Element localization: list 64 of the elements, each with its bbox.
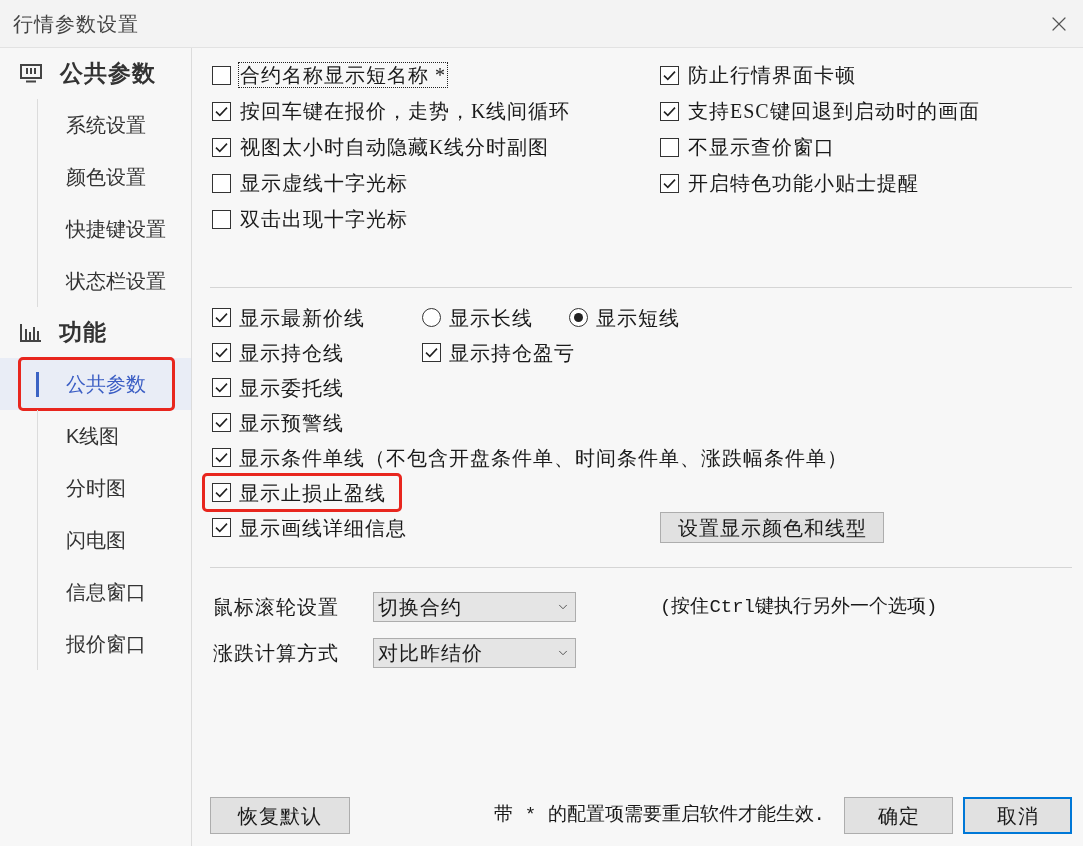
- checkbox[interactable]: [422, 343, 441, 362]
- bar-chart-icon: [20, 323, 41, 342]
- checkbox-label: 显示持仓盈亏: [449, 340, 575, 366]
- radio-label: 显示长线: [449, 305, 533, 331]
- checkbox-label: 显示预警线: [239, 410, 344, 436]
- checkbox-label: 显示委托线: [239, 375, 344, 401]
- dropdown[interactable]: 切换合约: [373, 592, 576, 622]
- checkbox[interactable]: [212, 101, 231, 121]
- dropdown[interactable]: 对比昨结价: [373, 638, 576, 668]
- sidebar-item[interactable]: 报价窗口: [0, 618, 191, 670]
- checkbox-label: 不显示查价窗口: [687, 135, 836, 160]
- dropdown-label: 涨跌计算方式: [212, 641, 340, 666]
- checkbox-label: 显示最新价线: [239, 305, 365, 331]
- checkbox-label: 显示画线详细信息: [239, 515, 407, 541]
- checkbox[interactable]: [212, 448, 231, 467]
- checkbox[interactable]: [660, 65, 679, 85]
- hint-text: (按住Ctrl键执行另外一个选项): [660, 594, 938, 620]
- sidebar-item[interactable]: 分时图: [0, 462, 191, 514]
- checkbox[interactable]: [212, 173, 231, 193]
- sidebar-item[interactable]: K线图: [0, 410, 191, 462]
- checkbox[interactable]: [660, 173, 679, 193]
- sidebar-item[interactable]: 系统设置: [0, 99, 191, 151]
- dialog-button[interactable]: 取消: [963, 797, 1072, 834]
- checkbox-label: 视图太小时自动隐藏K线分时副图: [239, 135, 551, 160]
- checkbox[interactable]: [212, 413, 231, 432]
- reset-button[interactable]: 恢复默认: [210, 797, 350, 834]
- checkbox[interactable]: [212, 137, 231, 157]
- sidebar-item[interactable]: 闪电图: [0, 514, 191, 566]
- radio-button[interactable]: [569, 308, 588, 327]
- radio-label: 显示短线: [596, 305, 680, 331]
- checkbox[interactable]: [212, 209, 231, 229]
- checkbox-label: 开启特色功能小贴士提醒: [687, 171, 920, 196]
- radio-button[interactable]: [422, 308, 441, 327]
- sidebar-item[interactable]: 信息窗口: [0, 566, 191, 618]
- window-title: 行情参数设置: [13, 11, 139, 37]
- dropdown-label: 鼠标滚轮设置: [212, 595, 340, 620]
- sidebar-item[interactable]: 快捷键设置: [0, 203, 191, 255]
- checkbox-label: 合约名称显示短名称 *: [238, 62, 448, 88]
- checkbox-label: 显示条件单线（不包含开盘条件单、时间条件单、涨跌幅条件单）: [239, 445, 848, 471]
- checkbox-label: 支持ESC键回退到启动时的画面: [687, 99, 981, 124]
- checkbox[interactable]: [660, 101, 679, 121]
- line-style-button[interactable]: 设置显示颜色和线型: [660, 512, 884, 543]
- checkbox[interactable]: [212, 65, 231, 85]
- sidebar-group-title: 公共参数: [60, 59, 156, 89]
- checkbox-label: 按回车键在报价，走势，K线间循环: [239, 99, 572, 124]
- checkbox[interactable]: [212, 343, 231, 362]
- sidebar-item[interactable]: 公共参数: [0, 358, 191, 410]
- checkbox-label: 显示止损止盈线: [239, 480, 386, 506]
- checkbox-label: 显示持仓线: [239, 340, 344, 366]
- monitor-icon: [20, 64, 42, 83]
- checkbox-label: 显示虚线十字光标: [239, 171, 409, 196]
- sidebar-item[interactable]: 颜色设置: [0, 151, 191, 203]
- restart-note: 带 * 的配置项需要重启软件才能生效.: [494, 803, 825, 829]
- checkbox[interactable]: [660, 137, 679, 157]
- checkbox[interactable]: [212, 308, 231, 327]
- checkbox-label: 防止行情界面卡顿: [687, 63, 857, 88]
- selection-indicator: [36, 371, 39, 397]
- checkbox[interactable]: [212, 378, 231, 397]
- checkbox[interactable]: [212, 483, 231, 502]
- checkbox[interactable]: [212, 518, 231, 537]
- checkbox-label: 双击出现十字光标: [239, 207, 409, 232]
- sidebar-item[interactable]: 状态栏设置: [0, 255, 191, 307]
- sidebar-group-title: 功能: [59, 318, 107, 348]
- dialog-button[interactable]: 确定: [844, 797, 953, 834]
